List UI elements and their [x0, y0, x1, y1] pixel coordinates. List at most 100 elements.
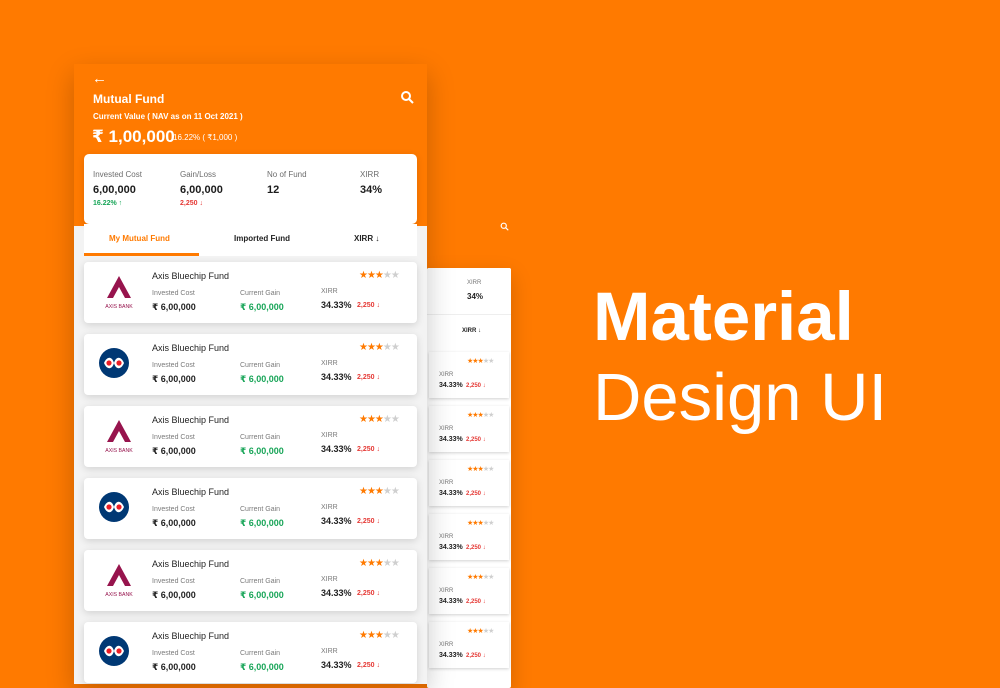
- secondary-loss-value: 2,250 ↓: [466, 491, 486, 497]
- no-of-fund-label: No of Fund: [267, 170, 307, 179]
- xirr-label: XIRR: [360, 170, 380, 179]
- loss-value: 2,250 ↓: [357, 662, 380, 669]
- gain-loss-label: Gain/Loss: [180, 170, 217, 179]
- svg-text:AXIS BANK: AXIS BANK: [105, 592, 133, 598]
- secondary-xirr-label: XIRR: [439, 426, 454, 432]
- current-gain-value: ₹ 6,00,000: [240, 662, 284, 672]
- invested-cost-label: Invested Cost: [152, 362, 195, 369]
- secondary-fund-row[interactable]: ★★★★★ XIRR 34.33% 2,250 ↓: [429, 460, 509, 506]
- tab-xirr-sort[interactable]: XIRR ↓: [354, 234, 379, 243]
- fund-card[interactable]: AXIS BANK Axis Bluechip Fund ★★★★★ Inves…: [84, 406, 417, 467]
- fund-card[interactable]: Axis Bluechip Fund ★★★★★ Invested Cost ₹…: [84, 478, 417, 539]
- tab-imported-fund[interactable]: Imported Fund: [234, 234, 290, 243]
- secondary-xirr-value: 34.33%: [439, 382, 463, 389]
- current-gain-value: ₹ 6,00,000: [240, 518, 284, 528]
- search-icon[interactable]: [400, 90, 414, 104]
- invested-cost-label: Invested Cost: [152, 434, 195, 441]
- fund-card[interactable]: AXIS BANK Axis Bluechip Fund ★★★★★ Inves…: [84, 550, 417, 611]
- secondary-loss-value: 2,250 ↓: [466, 437, 486, 443]
- xirr-label: XIRR: [321, 648, 338, 655]
- loss-value: 2,250 ↓: [357, 302, 380, 309]
- mutual-fund-screen: ← Mutual Fund Current Value ( NAV as on …: [74, 64, 427, 684]
- arrow-left-icon[interactable]: ←: [92, 70, 107, 87]
- rating-stars: ★★★★★: [359, 558, 400, 569]
- secondary-xirr-value: 34.33%: [439, 544, 463, 551]
- invested-cost-label: Invested Cost: [152, 506, 195, 513]
- secondary-summary: XIRR 34%: [427, 268, 511, 314]
- secondary-tab-xirr[interactable]: XIRR ↓: [462, 328, 481, 334]
- svg-text:AXIS BANK: AXIS BANK: [105, 448, 133, 454]
- current-value: ₹ 1,00,000: [92, 127, 175, 146]
- xirr-value: 34%: [360, 184, 383, 196]
- gain-loss-value: 6,00,000: [180, 184, 223, 196]
- secondary-rating-stars: ★★★★★: [467, 520, 494, 527]
- rating-stars: ★★★★★: [359, 414, 400, 425]
- fund-card[interactable]: Axis Bluechip Fund ★★★★★ Invested Cost ₹…: [84, 622, 417, 683]
- fund-name: Axis Bluechip Fund: [152, 343, 230, 353]
- secondary-search-icon[interactable]: [500, 222, 509, 233]
- secondary-xirr-label: XIRR: [439, 480, 454, 486]
- rating-stars: ★★★★★: [359, 486, 400, 497]
- fund-name: Axis Bluechip Fund: [152, 271, 230, 281]
- fund-name: Axis Bluechip Fund: [152, 559, 230, 569]
- secondary-xirr-label: XIRR: [467, 280, 482, 286]
- kotak-logo: [98, 347, 130, 379]
- rating-stars: ★★★★★: [359, 270, 400, 281]
- xirr-label: XIRR: [321, 576, 338, 583]
- secondary-fund-row[interactable]: ★★★★★ XIRR 34.33% 2,250 ↓: [429, 622, 509, 668]
- gain-loss-change: 2,250 ↓: [180, 200, 203, 207]
- secondary-fund-row[interactable]: ★★★★★ XIRR 34.33% 2,250 ↓: [429, 406, 509, 452]
- xirr-value: 34.33%: [321, 516, 352, 526]
- secondary-xirr-value: 34.33%: [439, 598, 463, 605]
- secondary-xirr-label: XIRR: [439, 588, 454, 594]
- invested-cost-value: ₹ 6,00,000: [152, 374, 196, 384]
- secondary-xirr-label: XIRR: [439, 642, 454, 648]
- secondary-loss-value: 2,250 ↓: [466, 653, 486, 659]
- xirr-value: 34.33%: [321, 372, 352, 382]
- secondary-loss-value: 2,250 ↓: [466, 599, 486, 605]
- invested-cost-value: 6,00,000: [93, 184, 136, 196]
- secondary-xirr-value: 34.33%: [439, 436, 463, 443]
- xirr-label: XIRR: [321, 504, 338, 511]
- invested-cost-label: Invested Cost: [152, 650, 195, 657]
- secondary-xirr-value: 34.33%: [439, 652, 463, 659]
- fund-name: Axis Bluechip Fund: [152, 487, 230, 497]
- current-gain-label: Current Gain: [240, 434, 281, 441]
- secondary-xirr-value: 34.33%: [439, 490, 463, 497]
- fund-card[interactable]: AXIS BANK Axis Bluechip Fund ★★★★★ Inves…: [84, 262, 417, 323]
- xirr-value: 34.33%: [321, 660, 352, 670]
- xirr-value: 34.33%: [321, 588, 352, 598]
- invested-cost-value: ₹ 6,00,000: [152, 590, 196, 600]
- secondary-rating-stars: ★★★★★: [467, 412, 494, 419]
- current-change: 16.22% ( ₹1,000 ): [173, 133, 238, 142]
- current-gain-label: Current Gain: [240, 578, 281, 585]
- headline: Material: [593, 278, 854, 355]
- fund-card[interactable]: Axis Bluechip Fund ★★★★★ Invested Cost ₹…: [84, 334, 417, 395]
- loss-value: 2,250 ↓: [357, 590, 380, 597]
- secondary-fund-row[interactable]: ★★★★★ XIRR 34.33% 2,250 ↓: [429, 514, 509, 560]
- current-gain-value: ₹ 6,00,000: [240, 302, 284, 312]
- no-of-fund-value: 12: [267, 184, 280, 196]
- current-gain-value: ₹ 6,00,000: [240, 374, 284, 384]
- current-value-label: Current Value ( NAV as on 11 Oct 2021 ): [93, 112, 243, 121]
- secondary-tab-bar: XIRR ↓: [427, 314, 511, 345]
- invested-cost-value: ₹ 6,00,000: [152, 518, 196, 528]
- xirr-label: XIRR: [321, 288, 338, 295]
- current-gain-label: Current Gain: [240, 362, 281, 369]
- secondary-fund-row[interactable]: ★★★★★ XIRR 34.33% 2,250 ↓: [429, 352, 509, 398]
- loss-value: 2,250 ↓: [357, 374, 380, 381]
- axis-bank-logo: AXIS BANK: [98, 418, 140, 456]
- current-gain-label: Current Gain: [240, 506, 281, 513]
- tab-my-mutual-fund[interactable]: My Mutual Fund: [109, 234, 170, 243]
- axis-bank-logo: AXIS BANK: [98, 562, 140, 600]
- secondary-rating-stars: ★★★★★: [467, 466, 494, 473]
- current-gain-label: Current Gain: [240, 290, 281, 297]
- invested-cost-label: Invested Cost: [93, 170, 142, 179]
- secondary-fund-row[interactable]: ★★★★★ XIRR 34.33% 2,250 ↓: [429, 568, 509, 614]
- loss-value: 2,250 ↓: [357, 446, 380, 453]
- current-gain-label: Current Gain: [240, 650, 281, 657]
- loss-value: 2,250 ↓: [357, 518, 380, 525]
- invested-cost-label: Invested Cost: [152, 578, 195, 585]
- axis-bank-logo: AXIS BANK: [98, 274, 140, 312]
- fund-name: Axis Bluechip Fund: [152, 631, 230, 641]
